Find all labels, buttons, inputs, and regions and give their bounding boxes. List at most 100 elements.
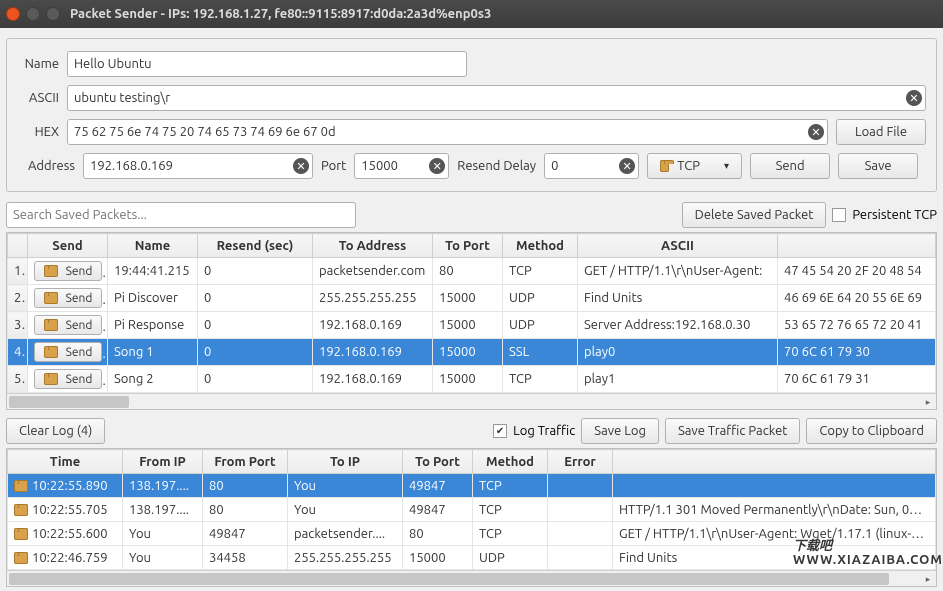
column-header[interactable]: To Port [433, 234, 503, 258]
cell-resend[interactable]: 0 [198, 339, 313, 366]
ascii-input[interactable] [67, 85, 926, 111]
table-row[interactable]: 10:22:46.759You34458255.255.255.25515000… [8, 546, 936, 570]
copy-clipboard-button[interactable]: Copy to Clipboard [806, 418, 937, 444]
column-header[interactable]: Send [28, 234, 108, 258]
cell-name[interactable]: Song 1 [108, 339, 198, 366]
cell-resend[interactable]: 0 [198, 312, 313, 339]
scroll-right-icon[interactable]: ▸ [920, 571, 936, 587]
cell-to-port[interactable]: 49847 [403, 474, 473, 498]
row-number[interactable]: 5 [8, 366, 28, 393]
cell-resend[interactable]: 0 [198, 285, 313, 312]
table-row[interactable]: 10:22:55.890138.197....80You49847TCP [8, 474, 936, 498]
cell-port[interactable]: 15000 [433, 366, 503, 393]
cell-time[interactable]: 10:22:55.705 [8, 498, 123, 522]
save-log-button[interactable]: Save Log [581, 418, 659, 444]
cell-message[interactable]: HTTP/1.1 301 Moved Permanently\r\nDate: … [613, 498, 936, 522]
cell-name[interactable]: Song 2 [108, 366, 198, 393]
cell-method[interactable]: UDP [503, 312, 578, 339]
cell-port[interactable]: 15000 [433, 285, 503, 312]
cell-error[interactable] [548, 474, 613, 498]
table-row[interactable]: 10:22:55.705138.197....80You49847TCP HTTP… [8, 498, 936, 522]
delete-saved-button[interactable]: Delete Saved Packet [682, 202, 827, 228]
clear-hex-icon[interactable]: ✕ [808, 124, 824, 140]
cell-name[interactable]: Pi Discover [108, 285, 198, 312]
column-header[interactable]: To Address [313, 234, 433, 258]
table-row[interactable]: 2SendPi Discover0255.255.255.25515000UDP… [8, 285, 936, 312]
column-header[interactable]: Name [108, 234, 198, 258]
cell-to-ip[interactable]: You [288, 498, 403, 522]
cell-time[interactable]: 10:22:55.890 [8, 474, 123, 498]
column-header[interactable]: From IP [123, 450, 203, 474]
load-file-button[interactable]: Load File [836, 119, 926, 145]
persistent-tcp-checkbox[interactable] [832, 208, 846, 222]
row-number[interactable]: 1 [8, 258, 28, 285]
name-input[interactable] [67, 51, 467, 77]
cell-hex[interactable]: 46 69 6E 64 20 55 6E 69 [778, 285, 936, 312]
column-header[interactable]: Error [548, 450, 613, 474]
column-header[interactable]: Method [473, 450, 548, 474]
cell-error[interactable] [548, 546, 613, 570]
cell-port[interactable]: 15000 [433, 312, 503, 339]
clear-ascii-icon[interactable]: ✕ [906, 90, 922, 106]
cell-to-ip[interactable]: You [288, 474, 403, 498]
scroll-thumb[interactable] [9, 396, 129, 408]
hex-input[interactable] [67, 119, 828, 145]
row-send-button[interactable]: Send [34, 288, 102, 308]
cell-to-ip[interactable]: 255.255.255.255 [288, 546, 403, 570]
saved-packets-table[interactable]: SendNameResend (sec)To AddressTo PortMet… [6, 232, 937, 410]
cell-hex[interactable]: 53 65 72 76 65 72 20 41 [778, 312, 936, 339]
log-scrollbar[interactable]: ◂ ▸ [7, 570, 936, 586]
cell-method[interactable]: UDP [473, 546, 548, 570]
cell-hex[interactable]: 70 6C 61 79 30 [778, 339, 936, 366]
cell-from-ip[interactable]: You [123, 546, 203, 570]
save-button[interactable]: Save [838, 153, 918, 179]
cell-method[interactable]: TCP [473, 498, 548, 522]
cell-resend[interactable]: 0 [198, 258, 313, 285]
cell-port[interactable]: 80 [433, 258, 503, 285]
cell-from-port[interactable]: 80 [203, 498, 288, 522]
column-header[interactable]: To Port [403, 450, 473, 474]
row-send-button[interactable]: Send [34, 342, 102, 362]
log-traffic-checkbox[interactable]: ✔ [493, 424, 507, 438]
saved-scrollbar[interactable]: ◂ ▸ [7, 393, 936, 409]
cell-port[interactable]: 15000 [433, 339, 503, 366]
scroll-right-icon[interactable]: ▸ [920, 394, 936, 410]
clear-resend-icon[interactable]: ✕ [619, 158, 635, 174]
cell-time[interactable]: 10:22:55.600 [8, 522, 123, 546]
table-row[interactable]: 4SendSong 10192.168.0.16915000SSLplay070… [8, 339, 936, 366]
cell-method[interactable]: SSL [503, 339, 578, 366]
column-header[interactable]: Time [8, 450, 123, 474]
cell-address[interactable]: 192.168.0.169 [313, 339, 433, 366]
cell-error[interactable] [548, 498, 613, 522]
cell-from-ip[interactable]: 138.197.... [123, 474, 203, 498]
close-icon[interactable] [6, 7, 20, 21]
row-send-button[interactable]: Send [34, 369, 102, 389]
cell-message[interactable]: GET / HTTP/1.1\r\nUser-Agent: Wget/1.17.… [613, 522, 936, 546]
cell-ascii[interactable]: GET / HTTP/1.1\r\nUser-Agent: [578, 258, 778, 285]
cell-method[interactable]: TCP [503, 366, 578, 393]
cell-method[interactable]: TCP [503, 258, 578, 285]
column-header[interactable] [778, 234, 936, 258]
save-traffic-button[interactable]: Save Traffic Packet [665, 418, 800, 444]
cell-address[interactable]: 192.168.0.169 [313, 366, 433, 393]
clear-log-button[interactable]: Clear Log (4) [6, 418, 105, 444]
cell-from-ip[interactable]: 138.197.... [123, 498, 203, 522]
cell-from-ip[interactable]: You [123, 522, 203, 546]
cell-from-port[interactable]: 80 [203, 474, 288, 498]
clear-address-icon[interactable]: ✕ [293, 158, 309, 174]
cell-address[interactable]: packetsender.com [313, 258, 433, 285]
rownum-header[interactable] [8, 234, 28, 258]
send-button[interactable]: Send [750, 153, 830, 179]
column-header[interactable]: To IP [288, 450, 403, 474]
cell-address[interactable]: 255.255.255.255 [313, 285, 433, 312]
address-input[interactable] [83, 153, 313, 179]
cell-message[interactable]: Find Units [613, 546, 936, 570]
table-row[interactable]: 5SendSong 20192.168.0.16915000TCPplay170… [8, 366, 936, 393]
cell-to-port[interactable]: 49847 [403, 498, 473, 522]
log-table[interactable]: TimeFrom IPFrom PortTo IPTo PortMethodEr… [6, 448, 937, 587]
column-header[interactable]: Resend (sec) [198, 234, 313, 258]
cell-method[interactable]: TCP [473, 474, 548, 498]
cell-ascii[interactable]: play0 [578, 339, 778, 366]
scroll-thumb[interactable] [9, 573, 889, 585]
cell-ascii[interactable]: Find Units [578, 285, 778, 312]
